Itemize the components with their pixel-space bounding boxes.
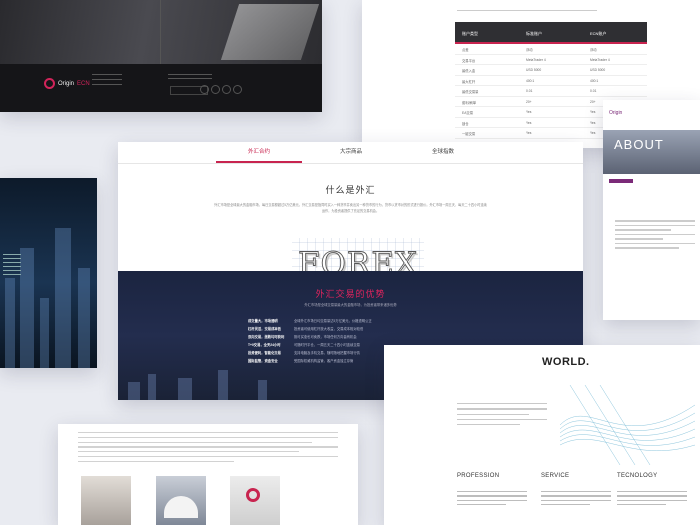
table-cell: 20+ <box>526 99 532 104</box>
thumbnail-image[interactable] <box>156 476 206 525</box>
table-cell: 0.01 <box>590 89 597 93</box>
advantage-key: 双向交易，涨跌均可获利 <box>248 335 285 339</box>
about-text-lines <box>615 220 695 252</box>
advantage-key: 杠杆灵活，交易成本低 <box>248 327 281 331</box>
table-row: 最大杠杆 400:1 400:1 <box>455 76 647 86</box>
column-text-lines <box>457 491 527 508</box>
intro-paragraph: 外汇市场是全球最大的金融市场，每日交易额超过5万亿美元。外汇交易是指同时买入一种… <box>214 203 487 213</box>
advantages-subtitle: 外汇市场是全球交易量最大的金融市场，为投资者带来诸多优势 <box>304 303 397 307</box>
footer-subscribe-lines <box>168 74 212 82</box>
table-cell: 最大杠杆 <box>462 79 476 84</box>
world-page-preview: WORLD. PROFESSION SERVICE TECNOLOGY <box>384 345 700 525</box>
world-text-lines <box>457 403 547 429</box>
table-cell: 套利/刷单 <box>462 100 477 105</box>
company-text-lines <box>78 432 338 466</box>
advantage-value: 全球外汇市场日均交易量达5万亿美元，价格透明公正 <box>294 319 372 323</box>
world-heading: WORLD. <box>542 356 590 368</box>
about-cta-button[interactable] <box>609 179 633 183</box>
table-cell: MetaTrader 4 <box>526 57 546 62</box>
ring-logo-icon <box>44 78 55 89</box>
about-heading: ABOUT <box>614 137 664 152</box>
building <box>20 248 34 368</box>
about-page-preview: Origin ABOUT <box>603 100 700 320</box>
thumbnail-image[interactable] <box>81 476 131 525</box>
advantage-key: 国际监管，资金安全 <box>248 359 278 363</box>
building <box>55 228 71 368</box>
social-icon[interactable] <box>211 85 220 94</box>
table-cell: 最低入金 <box>462 69 476 73</box>
table-cell: 0.01 <box>526 89 533 93</box>
column-text-lines <box>617 491 687 508</box>
company-page-preview <box>58 424 358 525</box>
table-header: 账户类型 标准账户 ECN账户 <box>455 22 647 44</box>
table-cell: 浮动 <box>526 48 533 52</box>
brand-suffix: ECN <box>77 80 90 87</box>
advantage-key: 投资便利，智能化交易 <box>248 351 281 355</box>
column-heading: SERVICE <box>541 473 570 479</box>
network-wave-graphic <box>560 385 695 465</box>
list-item: 双向交易，涨跌均可获利 既可买涨也可卖跌，市场任何方向皆有机会 <box>248 334 458 342</box>
ring-logo-icon <box>246 488 260 502</box>
table-cell: USD 5000 <box>590 68 606 72</box>
table-cell: Yes <box>526 120 532 125</box>
table-cell: 锁仓 <box>462 121 469 126</box>
table-row: 交易平台 MetaTrader 4 MetaTrader 4 <box>455 55 647 65</box>
thumbnail-image[interactable] <box>230 476 280 525</box>
social-icon[interactable] <box>222 85 231 94</box>
table-header-cell: 标准账户 <box>519 22 583 44</box>
table-caption-line <box>457 10 597 11</box>
table-cell: 400:1 <box>590 78 599 83</box>
table-cell: 交易平台 <box>462 58 476 63</box>
table-row: 点差 浮动 浮动 <box>455 44 647 55</box>
laptop-image <box>220 4 320 60</box>
advantage-value: 投资者可使用杠杆放大收益，交易成本相对较低 <box>294 327 364 331</box>
about-brand: Origin <box>609 110 623 116</box>
city-night-preview <box>0 178 97 368</box>
page-title: 什么是外汇 <box>325 185 376 195</box>
building <box>78 268 90 368</box>
building <box>40 298 49 368</box>
advantage-value: 既可买涨也可卖跌，市场任何方向皆有机会 <box>294 335 357 339</box>
tab-indices[interactable]: 全球指数 <box>400 142 486 163</box>
list-item: 成交量大，市场透明 全球外汇市场日均交易量达5万亿美元，价格透明公正 <box>248 318 458 326</box>
table-cell: 最低交易量 <box>462 90 479 94</box>
table-cell: EA交易 <box>462 111 473 115</box>
table-row: 最低交易量 0.01 0.01 <box>455 86 647 97</box>
photo-divider <box>160 0 161 64</box>
table-cell: MetaTrader 4 <box>590 57 610 62</box>
advantages-title: 外汇交易的优势 <box>315 289 386 299</box>
table-cell: Yes <box>526 131 532 135</box>
brand-name: Origin <box>58 80 75 87</box>
social-icon[interactable] <box>200 85 209 94</box>
table-header-cell: ECN账户 <box>583 22 647 44</box>
brand-logo[interactable]: Origin ECN <box>44 78 90 89</box>
city-text-lines <box>3 254 21 278</box>
tab-commodities[interactable]: 大宗商品 <box>308 142 394 163</box>
advantage-key: 成交量大，市场透明 <box>248 319 278 323</box>
table-header-cell: 账户类型 <box>455 22 519 44</box>
column-heading: TECNOLOGY <box>617 473 658 479</box>
table-cell: 400:1 <box>526 78 535 83</box>
table-cell: 点差 <box>462 48 469 52</box>
social-icon[interactable] <box>233 85 242 94</box>
column-text-lines <box>541 491 611 508</box>
tab-forex[interactable]: 外汇合约 <box>216 142 302 163</box>
opera-house-shape <box>164 496 198 518</box>
table-row: 最低入金 USD 5000 USD 5000 <box>455 65 647 76</box>
table-cell: 浮动 <box>590 48 597 52</box>
building <box>5 278 15 368</box>
website-footer-preview: Origin ECN <box>0 0 322 112</box>
product-tabs: 外汇合约 大宗商品 全球指数 <box>118 142 583 164</box>
table-cell: Yes <box>526 110 532 114</box>
list-item: 杠杆灵活，交易成本低 投资者可使用杠杆放大收益，交易成本相对较低 <box>248 326 458 334</box>
footer-contact-lines <box>92 74 122 88</box>
header-photo <box>0 0 322 64</box>
table-cell: USD 5000 <box>526 68 542 72</box>
column-heading: PROFESSION <box>457 473 500 479</box>
table-cell: 一键交易 <box>462 132 476 136</box>
advantage-key: T+0交易，全天24小时 <box>248 343 281 347</box>
